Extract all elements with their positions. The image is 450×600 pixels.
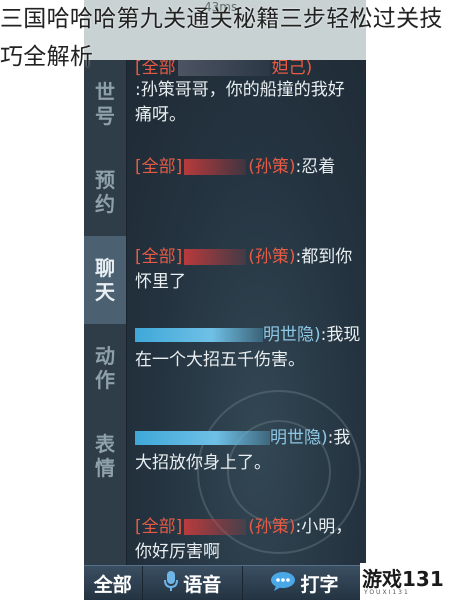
chat-message: [全部] (孙策):忍着 <box>135 155 361 180</box>
message-sender: 明世隐) <box>263 325 321 345</box>
tab-emotes[interactable]: 表 情 <box>84 412 126 500</box>
tab-account-label: 世 号 <box>95 80 115 128</box>
chat-message: 明世隐):我大招放你身上了。 <box>135 426 361 476</box>
chat-message: [全部] (孙策):都到你怀里了 <box>135 245 361 295</box>
watermark-sub: YOUXI131 <box>364 589 410 596</box>
redacted-player-name <box>135 328 263 342</box>
watermark-brand: 游戏131 <box>362 567 444 591</box>
tab-reservation-label: 预 约 <box>95 168 115 216</box>
chat-input-bar: 全部 语音 打字 <box>84 565 366 600</box>
message-sender: 明世隐) <box>270 428 328 448</box>
redacted-player-name <box>184 249 247 265</box>
type-label: 打字 <box>300 574 339 596</box>
message-text: :忍着 <box>295 157 336 177</box>
message-sender: (孙策) <box>248 247 296 267</box>
channel-all-button[interactable]: 全部 <box>84 566 143 600</box>
chat-sidebar: 世 号 预 约 聊 天 动 作 表 情 <box>84 60 127 570</box>
voice-button[interactable]: 语音 <box>143 566 243 600</box>
redacted-player-name <box>184 519 247 535</box>
site-watermark-logo: 游戏131 YOUXI131 <box>360 563 448 600</box>
redacted-player-name <box>184 159 247 175</box>
message-text: :孙策哥哥，你的船撞的我好痛呀。 <box>135 80 345 125</box>
chat-message: [全部] (孙策):小明，你好厉害啊 <box>135 515 361 565</box>
chat-message: :孙策哥哥，你的船撞的我好痛呀。 <box>135 78 361 128</box>
message-sender: (孙策) <box>248 157 296 177</box>
message-sender: (孙策) <box>248 517 296 537</box>
game-chat-screen: 43ms 世 号 预 约 聊 天 动 作 表 情 [全部 妲己) :孙策哥哥，你的… <box>84 0 366 600</box>
chat-message-list[interactable]: [全部 妲己) :孙策哥哥，你的船撞的我好痛呀。 [全部] (孙策):忍着 [全部]… <box>127 60 366 570</box>
microphone-icon <box>163 570 179 597</box>
speech-bubble-icon <box>270 571 296 596</box>
message-channel: [全部] <box>135 247 183 267</box>
chat-message: 明世隐):我现在一个大招五千伤害。 <box>135 323 361 373</box>
redacted-player-name <box>135 431 270 445</box>
voice-label: 语音 <box>183 574 222 596</box>
tab-actions-label: 动 作 <box>95 344 115 392</box>
tab-reservation[interactable]: 预 约 <box>84 148 126 236</box>
message-channel: [全部] <box>135 517 183 537</box>
tab-emotes-label: 表 情 <box>95 432 115 480</box>
article-title: 三国哈哈哈第九关通关秘籍三步轻松过关技巧全解析 <box>0 6 443 70</box>
type-button[interactable]: 打字 <box>243 566 366 600</box>
tab-chat[interactable]: 聊 天 <box>84 236 126 324</box>
message-channel: [全部] <box>135 157 183 177</box>
channel-all-label: 全部 <box>93 574 132 596</box>
tab-actions[interactable]: 动 作 <box>84 324 126 412</box>
tab-chat-label: 聊 天 <box>95 256 115 304</box>
